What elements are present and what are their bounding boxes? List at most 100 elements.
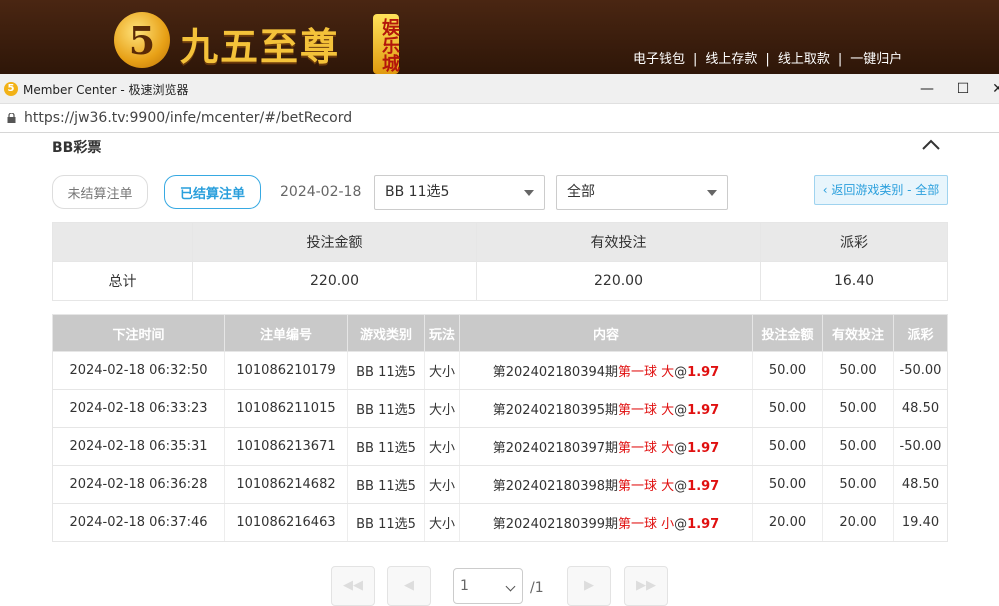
page-select-value: 1 [460,578,469,594]
bet-amount: 50.00 [752,427,823,466]
next-page-button[interactable]: ▶ [567,566,611,606]
bet-id: 101086210179 [224,351,348,390]
bet-at: @ [674,403,688,418]
summary-payout: 16.40 [760,261,948,301]
game-select-value: BB 11选5 [385,184,450,200]
back-to-category-button[interactable]: ‹ 返回游戏类别 - 全部 [814,175,948,205]
bet-time: 2024-02-18 06:37:46 [52,503,225,542]
bet-time: 2024-02-18 06:33:23 [52,389,225,428]
bet-period: 第202402180399期 [492,517,619,532]
bet-odds: 1.97 [687,365,720,380]
table-row: 2024-02-18 06:35:31 101086213671 BB 11选5 大小… [52,427,948,466]
bet-game: BB 11选5 [347,503,425,542]
bet-odds: 1.97 [687,403,720,418]
bet-content: 第202402180399期第一球 小@1.97 [459,503,753,542]
bet-payout: -50.00 [893,351,948,390]
chevron-up-icon[interactable] [920,138,942,152]
summary-table: 投注金额 有效投注 派彩 总计 220.00 220.00 16.40 [52,222,948,301]
bet-amount: 50.00 [752,465,823,504]
bet-at: @ [674,479,688,494]
bet-period: 第202402180398期 [492,479,619,494]
bet-pick: 第一球 大 [618,479,675,494]
type-select[interactable]: 全部 [556,175,728,210]
browser-icon: 5 [4,82,18,96]
logo-badge: 娱乐城 [373,14,400,74]
prev-page-button[interactable]: ◀ [387,566,431,606]
bet-pick: 第一球 小 [618,517,675,532]
summary-bet-amount: 220.00 [192,261,477,301]
caret-down-icon [707,190,717,196]
summary-header: 派彩 [760,222,948,262]
bet-odds: 1.97 [687,441,720,456]
column-header: 下注时间 [52,314,225,352]
top-links: 电子钱包 | 线上存款 | 线上取款 | 一键归户 [633,52,903,67]
bet-valid: 20.00 [822,503,894,542]
bet-records-table: 下注时间 注单编号 游戏类别 玩法 内容 投注金额 有效投注 派彩 2024-0… [52,314,948,542]
bet-game: BB 11选5 [347,351,425,390]
date-picker[interactable]: 2024-02-18 [280,184,361,200]
bet-payout: 48.50 [893,465,948,504]
bet-odds: 1.97 [687,517,720,532]
bet-pick: 第一球 大 [618,403,675,418]
link-one-click-return[interactable]: 一键归户 [850,52,902,67]
link-deposit[interactable]: 线上存款 [705,52,757,67]
url-text: https://jw36.tv:9900/infe/mcenter/#/betR… [24,110,353,126]
column-header: 投注金额 [752,314,823,352]
bet-table-header: 下注时间 注单编号 游戏类别 玩法 内容 投注金额 有效投注 派彩 [52,314,948,352]
close-button[interactable]: ✕ [985,78,999,100]
page-select[interactable]: 1 [453,568,523,604]
bet-content: 第202402180394期第一球 大@1.97 [459,351,753,390]
bet-content: 第202402180395期第一球 大@1.97 [459,389,753,428]
bet-pick: 第一球 大 [618,441,675,456]
bet-pick: 第一球 大 [618,365,675,380]
address-bar[interactable]: https://jw36.tv:9900/infe/mcenter/#/betR… [0,104,999,133]
link-e-wallet[interactable]: 电子钱包 [633,52,685,67]
game-select[interactable]: BB 11选5 [374,175,545,210]
bet-game: BB 11选5 [347,465,425,504]
bet-play: 大小 [424,427,460,466]
section-title: BB彩票 [52,140,102,156]
tab-settled-bets[interactable]: 已结算注单 [164,175,261,209]
column-header: 游戏类别 [347,314,425,352]
window-title-bar: 5 Member Center - 极速浏览器 — ☐ ✕ [0,74,999,104]
bet-amount: 50.00 [752,389,823,428]
window-title: Member Center - 极速浏览器 [23,83,189,97]
bet-valid: 50.00 [822,389,894,428]
bet-period: 第202402180397期 [492,441,619,456]
bet-play: 大小 [424,351,460,390]
lock-icon [7,113,16,123]
bet-game: BB 11选5 [347,427,425,466]
link-withdraw[interactable]: 线上取款 [778,52,830,67]
minimize-button[interactable]: — [914,78,940,100]
bet-play: 大小 [424,465,460,504]
page-total: /1 [530,580,544,596]
bet-period: 第202402180394期 [492,365,619,380]
type-select-value: 全部 [567,184,595,200]
logo-icon: 5 [114,12,170,68]
bet-amount: 50.00 [752,351,823,390]
bet-valid: 50.00 [822,351,894,390]
logo-text: 九五至尊 [180,24,341,69]
table-row: 2024-02-18 06:37:46 101086216463 BB 11选5 大小… [52,503,948,542]
summary-valid-bet: 220.00 [476,261,761,301]
summary-header-empty [52,222,193,262]
bet-period: 第202402180395期 [492,403,619,418]
column-header: 有效投注 [822,314,894,352]
bet-id: 101086211015 [224,389,348,428]
bet-at: @ [674,517,688,532]
column-header: 注单编号 [224,314,348,352]
table-row: 2024-02-18 06:33:23 101086211015 BB 11选5 大小… [52,389,948,428]
bet-content: 第202402180397期第一球 大@1.97 [459,427,753,466]
bet-game: BB 11选5 [347,389,425,428]
summary-total-label: 总计 [52,261,193,301]
bet-valid: 50.00 [822,465,894,504]
summary-header: 有效投注 [476,222,761,262]
bet-play: 大小 [424,503,460,542]
tab-unsettled-bets[interactable]: 未结算注单 [52,175,148,209]
last-page-button[interactable]: ▶▶ [624,566,668,606]
column-header: 玩法 [424,314,460,352]
first-page-button[interactable]: ◀◀ [331,566,375,606]
maximize-button[interactable]: ☐ [950,78,976,100]
table-row: 2024-02-18 06:36:28 101086214682 BB 11选5 大小… [52,465,948,504]
bet-at: @ [674,441,688,456]
